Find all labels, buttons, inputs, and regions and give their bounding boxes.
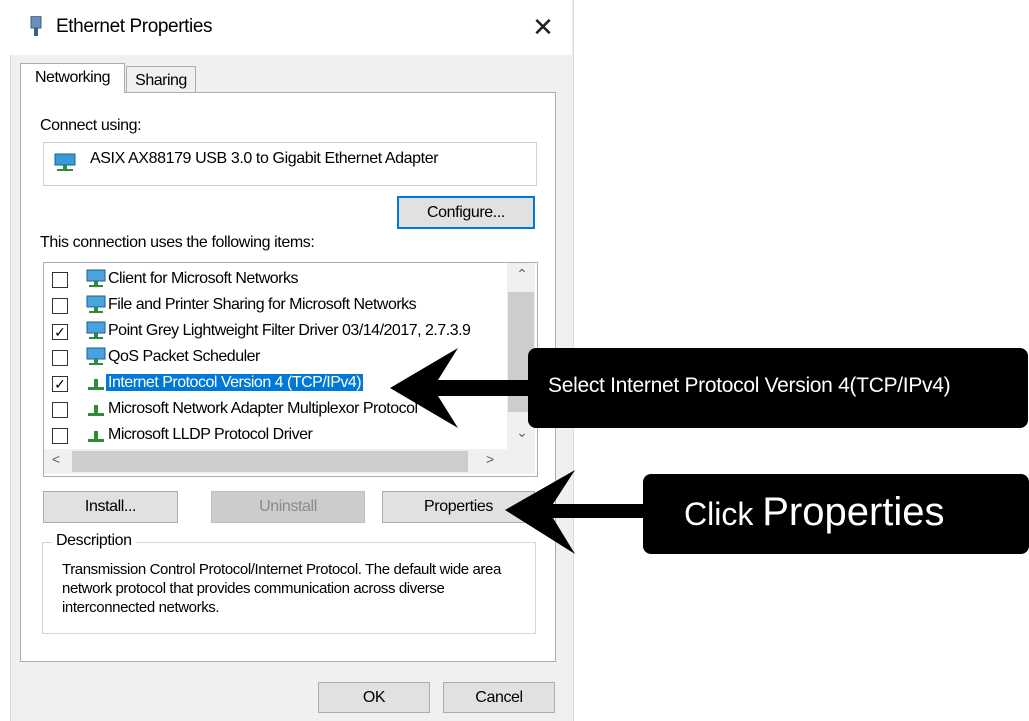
callout-click-text: Click Properties	[684, 490, 945, 535]
checkbox[interactable]	[52, 428, 68, 444]
list-item-label: Internet Protocol Version 4 (TCP/IPv4)	[106, 374, 364, 391]
cancel-button[interactable]: Cancel	[443, 682, 555, 713]
scroll-right-icon[interactable]: >	[486, 451, 502, 467]
install-button[interactable]: Install...	[43, 491, 178, 523]
protocol-icon	[88, 405, 104, 416]
callout-click-prefix: Click	[684, 496, 763, 532]
list-item-label: Point Grey Lightweight Filter Driver 03/…	[108, 322, 471, 339]
annotation-arrow-icon	[505, 470, 655, 554]
list-item[interactable]: File and Printer Sharing for Microsoft N…	[51, 292, 511, 318]
callout-select-text: Select Internet Protocol Version 4(TCP/I…	[548, 374, 951, 397]
network-service-icon	[86, 295, 106, 313]
description-text: Transmission Control Protocol/Internet P…	[62, 561, 501, 616]
protocol-icon	[88, 431, 104, 442]
items-list-label: This connection uses the following items…	[40, 234, 315, 251]
network-service-icon	[86, 321, 106, 339]
network-service-icon	[86, 347, 106, 365]
list-item[interactable]: Client for Microsoft Networks	[51, 266, 511, 292]
checkbox[interactable]: ✓	[52, 324, 68, 340]
configure-button[interactable]: Configure...	[397, 196, 535, 229]
checkbox[interactable]	[52, 272, 68, 288]
callout-click-target: Properties	[762, 490, 945, 534]
description-legend: Description	[52, 532, 136, 550]
network-adapter-icon	[54, 153, 76, 171]
window-title: Ethernet Properties	[56, 16, 213, 37]
checkbox[interactable]: ✓	[52, 376, 68, 392]
scroll-left-icon[interactable]: <	[52, 451, 68, 467]
checkbox[interactable]	[52, 298, 68, 314]
horizontal-scroll-thumb[interactable]	[72, 451, 468, 472]
checkbox[interactable]	[52, 350, 68, 366]
list-item-label: Microsoft LLDP Protocol Driver	[108, 426, 313, 443]
adapter-name: ASIX AX88179 USB 3.0 to Gigabit Ethernet…	[90, 150, 439, 167]
tab-networking[interactable]: Networking	[20, 63, 125, 93]
connect-using-label: Connect using:	[40, 117, 142, 134]
ok-button[interactable]: OK	[318, 682, 430, 713]
list-item-label: QoS Packet Scheduler	[108, 348, 260, 365]
list-item-label: File and Printer Sharing for Microsoft N…	[108, 296, 417, 313]
protocol-icon	[88, 379, 104, 390]
uninstall-button[interactable]: Uninstall	[211, 491, 365, 523]
ethernet-plug-icon	[30, 16, 42, 36]
scroll-up-icon[interactable]: ⌃	[512, 266, 532, 286]
network-client-icon	[86, 269, 106, 287]
tab-sharing[interactable]: Sharing	[126, 66, 196, 95]
checkbox[interactable]	[52, 402, 68, 418]
list-item-label: Client for Microsoft Networks	[108, 270, 299, 287]
close-button[interactable]: ✕	[526, 10, 560, 44]
